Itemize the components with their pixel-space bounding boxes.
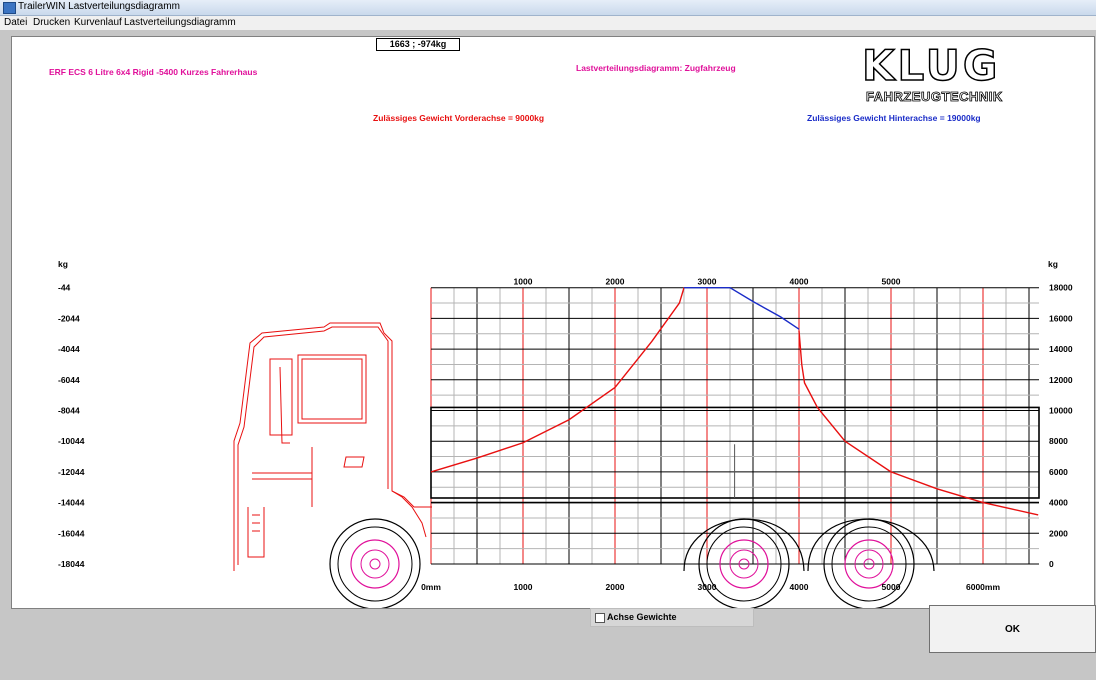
y-tick-right: 2000 — [1049, 528, 1068, 538]
x-tick-bottom: 4000 — [790, 582, 809, 592]
wheel-hub-inner — [360, 549, 390, 579]
menu-drucken[interactable]: Drucken — [33, 17, 70, 28]
diagram-canvas: 1663 ; -974kg ERF ECS 6 Litre 6x4 Rigid … — [11, 36, 1095, 609]
axle-weights-checkbox[interactable] — [595, 613, 605, 623]
app-icon — [3, 2, 16, 14]
x-tick-top: 1000 — [514, 277, 533, 287]
x-tick-bottom: 6000mm — [966, 582, 1000, 592]
wheel-center — [369, 558, 381, 570]
y-tick-left: -2044 — [58, 313, 80, 323]
wheel-rim — [337, 526, 413, 602]
chart-ticks: 1000 2000 3000 4000 5000 0mm 1000 2000 3000 4000 5… — [58, 277, 1073, 592]
menu-kurvenlauf[interactable]: Kurvenlauf — [74, 17, 122, 28]
y-tick-left: -10044 — [58, 436, 85, 446]
wheel-hub — [350, 539, 400, 589]
x-tick-top: 2000 — [606, 277, 625, 287]
menu-datei[interactable]: Datei — [4, 17, 27, 28]
grille-bars — [252, 514, 260, 532]
x-tick-bottom: 1000 — [514, 582, 533, 592]
y-tick-right: 6000 — [1049, 467, 1068, 477]
y-tick-left: -14044 — [58, 498, 85, 508]
window-titlebar: TrailerWIN Lastverteilungsdiagramm — [0, 0, 1096, 16]
x-tick-top: 5000 — [882, 277, 901, 287]
y-tick-right: 12000 — [1049, 375, 1073, 385]
cab-window-frame — [297, 354, 367, 424]
x-tick-bottom: 2000 — [606, 582, 625, 592]
y-tick-left: -44 — [58, 283, 71, 293]
cab-window — [301, 358, 363, 420]
door-lines — [252, 447, 313, 507]
y-tick-right: 4000 — [1049, 498, 1068, 508]
axle-weights-option[interactable]: Achse Gewichte — [590, 608, 754, 627]
menu-lastverteilungsdiagramm[interactable]: Lastverteilungsdiagramm — [124, 17, 236, 28]
load-distribution-chart: 1000 2000 3000 4000 5000 0mm 1000 2000 3000 4000 5… — [58, 277, 1073, 608]
y-tick-right: 0 — [1049, 559, 1054, 569]
cab-badge — [343, 456, 365, 468]
x-tick-bottom: 0mm — [421, 582, 441, 592]
y-tick-left: -4044 — [58, 344, 80, 354]
axle-weights-label: Achse Gewichte — [607, 612, 677, 622]
wheel-tire — [329, 518, 421, 608]
chart-grid — [430, 287, 1040, 565]
y-tick-right: 16000 — [1049, 313, 1073, 323]
y-tick-right: 10000 — [1049, 406, 1073, 416]
y-tick-right: 8000 — [1049, 436, 1068, 446]
fender-front — [391, 490, 427, 538]
mirror-arm — [279, 366, 290, 444]
x-tick-bottom: 5000 — [882, 582, 901, 592]
window-title: TrailerWIN Lastverteilungsdiagramm — [18, 1, 180, 12]
y-tick-left: -8044 — [58, 406, 80, 416]
menu-bar: Datei Drucken Kurvenlauf Lastverteilungs… — [0, 16, 1096, 30]
load-curve — [684, 286, 800, 330]
x-tick-top: 4000 — [790, 277, 809, 287]
y-tick-right: 18000 — [1049, 283, 1073, 293]
y-tick-left: -12044 — [58, 467, 85, 477]
y-tick-left: -16044 — [58, 528, 85, 538]
x-tick-bottom: 3000 — [698, 582, 717, 592]
x-tick-top: 3000 — [698, 277, 717, 287]
ok-button[interactable]: OK — [929, 605, 1096, 653]
truck-outline — [233, 322, 935, 608]
y-tick-left: -18044 — [58, 559, 85, 569]
y-tick-left: -6044 — [58, 375, 80, 385]
y-tick-right: 14000 — [1049, 344, 1073, 354]
